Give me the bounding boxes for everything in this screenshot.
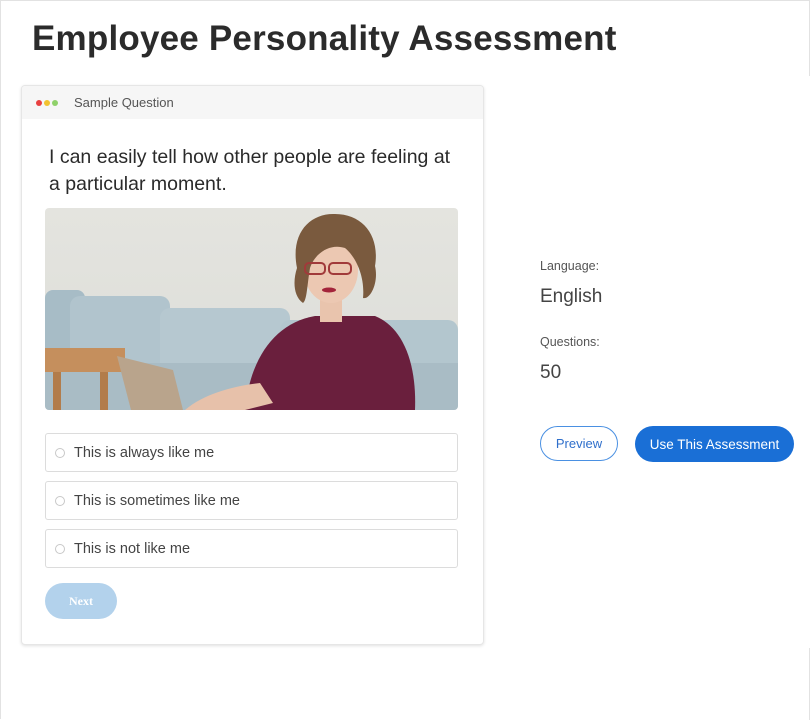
preview-button[interactable]: Preview [540, 426, 618, 461]
questions-label: Questions: [540, 335, 600, 349]
answer-option[interactable]: This is always like me [45, 433, 458, 472]
radio-icon[interactable] [55, 543, 65, 554]
radio-icon[interactable] [55, 495, 65, 506]
answer-option-label: This is always like me [74, 444, 215, 461]
question-image [45, 208, 458, 410]
question-text: I can easily tell how other people are f… [49, 146, 451, 195]
card-header: Sample Question [22, 86, 483, 119]
window-dot-green-icon [52, 99, 58, 106]
answer-option-label: This is sometimes like me [74, 492, 240, 509]
next-button[interactable]: Next [45, 583, 117, 619]
sample-question-card: Sample Question I can easily tell how ot… [21, 85, 484, 645]
questions-value: 50 [540, 362, 562, 383]
radio-icon[interactable] [55, 447, 65, 458]
page-title: Employee Personality Assessment [32, 19, 617, 58]
language-value: English [540, 286, 603, 307]
card-title: Sample Question [74, 95, 174, 110]
window-dot-yellow-icon [44, 99, 50, 106]
answer-option[interactable]: This is sometimes like me [45, 481, 458, 520]
answer-option[interactable]: This is not like me [45, 529, 458, 568]
language-label: Language: [540, 259, 600, 273]
window-dot-red-icon [36, 99, 42, 106]
answer-option-label: This is not like me [74, 540, 191, 557]
use-assessment-button[interactable]: Use This Assessment [635, 426, 794, 462]
